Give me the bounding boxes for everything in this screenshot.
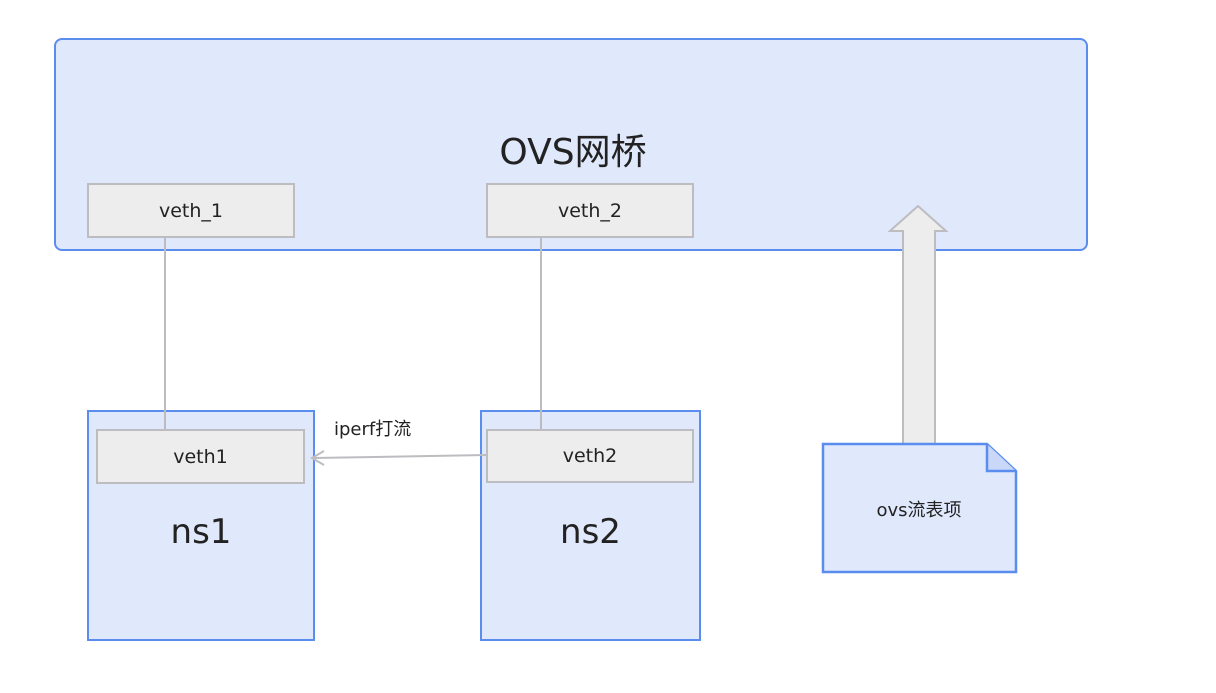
network-diagram: OVS网桥 veth_1 veth_2 ns1 veth1 ns2 veth2 … [0,0,1216,693]
flow-table-label: ovs流表项 [876,500,962,521]
traffic-arrow [310,450,487,466]
diagram-connectors [164,204,1018,574]
flow-table-up-arrow [887,204,949,445]
